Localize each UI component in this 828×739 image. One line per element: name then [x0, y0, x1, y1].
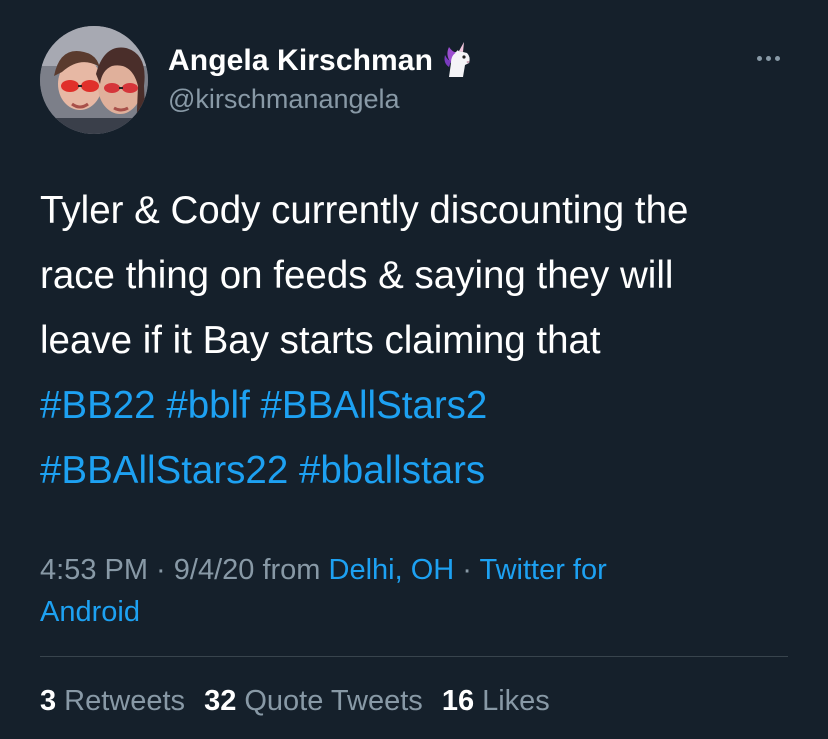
more-options-button[interactable]	[744, 44, 792, 72]
hashtag-bballstars2[interactable]: #BBAllStars2	[261, 384, 488, 427]
tweet-stats: 3 Retweets 32 Quote Tweets 16 Likes	[40, 680, 561, 722]
retweets-stat[interactable]: 3 Retweets	[40, 685, 185, 717]
divider	[40, 656, 788, 657]
hashtag-line: #BBAllStars22 #bballstars	[40, 438, 800, 503]
author-handle[interactable]: @kirschmanangela	[168, 84, 400, 115]
timestamp[interactable]: 4:53 PM · 9/4/20 from	[40, 554, 329, 586]
author-name-row[interactable]: Angela Kirschman	[168, 41, 477, 81]
location-link[interactable]: Delhi, OH	[329, 554, 455, 586]
quote-tweets-count: 32	[204, 685, 237, 717]
retweets-count: 3	[40, 685, 57, 717]
tweet-text: Tyler & Cody currently discounting the r…	[40, 178, 800, 503]
tweet-text-line: Tyler & Cody currently discounting the	[40, 189, 689, 232]
meta-line: 4:53 PM · 9/4/20 from Delhi, OH · Twitte…	[40, 549, 800, 591]
source-link[interactable]: Twitter for	[479, 554, 606, 586]
meta-line: Android	[40, 591, 800, 633]
source-link[interactable]: Android	[40, 596, 140, 628]
tweet-text-line: leave if it Bay starts claiming that	[40, 319, 601, 362]
retweets-label: Retweets	[64, 685, 186, 717]
more-dot-icon	[765, 55, 771, 61]
meta-separator: ·	[454, 554, 480, 586]
display-name[interactable]: Angela Kirschman	[168, 44, 433, 78]
quote-tweets-stat[interactable]: 32 Quote Tweets	[204, 685, 423, 717]
hashtag-bblf[interactable]: #bblf	[166, 384, 250, 427]
unicorn-icon	[437, 41, 477, 81]
hashtag-line: #BB22 #bblf #BBAllStars2	[40, 373, 800, 438]
tweet-meta: 4:53 PM · 9/4/20 from Delhi, OH · Twitte…	[40, 549, 800, 633]
hashtag-bballstars22[interactable]: #BBAllStars22	[40, 449, 288, 492]
hashtag-bb22[interactable]: #BB22	[40, 384, 156, 427]
avatar[interactable]	[40, 26, 148, 134]
likes-stat[interactable]: 16 Likes	[442, 685, 550, 717]
more-dot-icon	[756, 55, 762, 61]
tweet-text-line: race thing on feeds & saying they will	[40, 254, 674, 297]
likes-label: Likes	[482, 685, 550, 717]
more-dot-icon	[774, 55, 780, 61]
hashtag-bballstars[interactable]: #bballstars	[299, 449, 485, 492]
quote-tweets-label: Quote Tweets	[244, 685, 423, 717]
avatar-photo	[40, 26, 148, 134]
likes-count: 16	[441, 685, 475, 717]
